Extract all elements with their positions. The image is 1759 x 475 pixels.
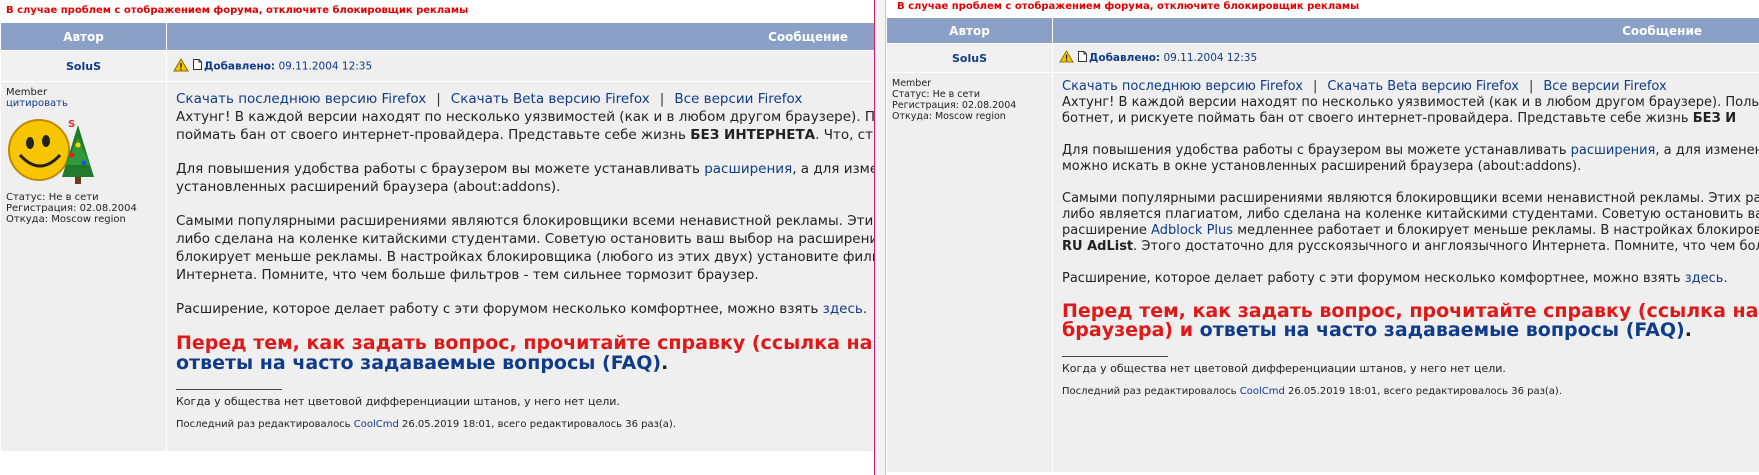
- author-registered: Регистрация: 02.08.2004: [6, 203, 137, 214]
- post-document-icon: [1078, 51, 1087, 65]
- warning-icon[interactable]: [173, 57, 189, 75]
- author-info-panel: Member Статус: Не в сети Регистрация: 02…: [886, 72, 1053, 473]
- adblock-plus-link[interactable]: Adblock Plus: [1151, 223, 1233, 238]
- author-location: Откуда: Moscow region: [6, 214, 126, 225]
- post-text-line: Ахтунг! В каждой версии находят по неско…: [176, 109, 874, 125]
- author-registered: Регистрация: 02.08.2004: [892, 100, 1017, 111]
- message-column-header: Сообщение: [166, 22, 874, 51]
- svg-text:S: S: [68, 119, 75, 130]
- author-status: Статус: Не в сети: [6, 192, 99, 203]
- faq-link[interactable]: ответы на часто задаваемые вопросы (FAQ): [176, 352, 661, 374]
- post-document-icon: [193, 59, 202, 73]
- post-text-line: блокирует меньше рекламы. В настройках б…: [176, 249, 874, 265]
- download-latest-link[interactable]: Скачать последнюю версию Firefox: [1062, 79, 1303, 94]
- post-header: Добавлено: 09.11.2004 12:35: [1052, 43, 1759, 73]
- post-text-line: либо является плагиатом, либо сделана на…: [1062, 207, 1759, 222]
- extensions-link[interactable]: расширения: [704, 161, 792, 177]
- firefox-links-row: Скачать последнюю версию Firefox | Скачать…: [176, 91, 803, 107]
- post-body: Скачать последнюю версию Firefox | Скачать…: [166, 81, 874, 452]
- warning-icon[interactable]: [1059, 50, 1074, 66]
- faq-link[interactable]: ответы на часто задаваемые вопросы (FAQ): [1200, 319, 1685, 341]
- adblock-notice: В случае проблем с отображением форума, …: [6, 5, 469, 16]
- author-rank: Member: [892, 78, 932, 89]
- author-avatar: S: [6, 115, 166, 188]
- post-text-line: Для повышения удобства работы с браузеро…: [1062, 143, 1759, 158]
- author-location: Откуда: Moscow region: [892, 111, 1006, 122]
- added-label: Добавлено:: [1089, 52, 1161, 64]
- post-body: Скачать последнюю версию Firefox | Скачать…: [1052, 72, 1759, 473]
- post-text-line: RU AdList. Этого достаточно для русскояз…: [1062, 239, 1759, 254]
- here-link[interactable]: здесь: [823, 301, 863, 317]
- post-text-line: Интернета. Помните, что чем больше фильт…: [176, 267, 759, 283]
- author-info-panel: Member цитировать S Статус: Не в сети Ре…: [0, 81, 167, 452]
- right-browser-pane: В случае проблем с отображением форума, …: [886, 0, 1759, 475]
- firefox-links-row: Скачать последнюю версию Firefox | Скачать…: [1062, 79, 1667, 94]
- read-help-notice: Перед тем, как задать вопрос, прочитайте…: [176, 332, 873, 354]
- author-status: Статус: Не в сети: [892, 89, 980, 100]
- author-rank: Member: [6, 87, 48, 98]
- edit-info: Последний раз редактировалось CoolCmd 26…: [1062, 386, 1563, 397]
- read-help-notice: Перед тем, как задать вопрос, прочитайте…: [1062, 300, 1759, 322]
- editor-user-link[interactable]: CoolCmd: [1240, 386, 1285, 397]
- message-column-header: Сообщение: [1052, 17, 1759, 44]
- download-latest-link[interactable]: Скачать последнюю версию Firefox: [176, 91, 426, 107]
- post-author-name[interactable]: SoluS: [0, 50, 167, 82]
- post-text-line: поймать бан от своего интернет-провайдер…: [176, 127, 874, 143]
- adblock-notice: В случае проблем с отображением форума, …: [897, 1, 1360, 12]
- post-text-line: Для повышения удобства работы с браузеро…: [176, 161, 874, 177]
- download-beta-link[interactable]: Скачать Beta версию Firefox: [1327, 79, 1519, 94]
- post-text-line: Расширение, которое делает работу с эти …: [1062, 271, 1728, 286]
- author-column-header: Автор: [886, 17, 1053, 44]
- faq-line: ответы на часто задаваемые вопросы (FAQ)…: [176, 352, 669, 374]
- post-text-line: Ахтунг! В каждой версии находят по неско…: [1062, 95, 1759, 110]
- post-text-line: Расширение, которое делает работу с эти …: [176, 301, 868, 317]
- all-versions-link[interactable]: Все версии Firefox: [1543, 79, 1666, 94]
- edit-info: Последний раз редактировалось CoolCmd 26…: [176, 419, 677, 430]
- signature: Когда у общества нет цветовой дифференци…: [176, 395, 620, 408]
- left-browser-pane: В случае проблем с отображением форума, …: [0, 0, 874, 475]
- post-header: Добавлено: 09.11.2004 12:35: [166, 50, 874, 82]
- post-text-line: Самыми популярными расширениями являются…: [1062, 191, 1759, 206]
- faq-line: браузера) и ответы на часто задаваемые в…: [1062, 319, 1692, 341]
- forum-post-table: Автор Сообщение SoluS Добавлено: 09.11.2…: [0, 22, 874, 452]
- all-versions-link[interactable]: Все версии Firefox: [674, 91, 802, 107]
- pane-divider[interactable]: [874, 0, 886, 475]
- here-link[interactable]: здесь: [1685, 271, 1724, 286]
- quote-link[interactable]: цитировать: [6, 98, 68, 109]
- post-text-line: ботнет, и рискуете поймать бан от своего…: [1062, 111, 1737, 126]
- added-date: 09.11.2004 12:35: [1163, 52, 1258, 64]
- post-text-line: можно искать в окне установленных расшир…: [1062, 159, 1582, 174]
- post-text-line: установленных расширений браузера (about…: [176, 179, 561, 195]
- author-column-header: Автор: [0, 22, 167, 51]
- added-date: 09.11.2004 12:35: [278, 60, 373, 72]
- extensions-link[interactable]: расширения: [1571, 143, 1656, 158]
- added-label: Добавлено:: [204, 60, 276, 72]
- post-text-line: расширение Adblock Plus медленнее работа…: [1062, 223, 1759, 238]
- editor-user-link[interactable]: CoolCmd: [354, 419, 399, 430]
- forum-post-table: Автор Сообщение SoluS Добавлено: 09.11.2…: [886, 17, 1759, 473]
- post-text-line: либо сделана на коленке китайскими студе…: [176, 231, 874, 247]
- post-text-line: Самыми популярными расширениями являются…: [176, 213, 874, 229]
- download-beta-link[interactable]: Скачать Beta версию Firefox: [451, 91, 650, 107]
- signature: Когда у общества нет цветовой дифференци…: [1062, 362, 1506, 375]
- post-author-name[interactable]: SoluS: [886, 43, 1053, 73]
